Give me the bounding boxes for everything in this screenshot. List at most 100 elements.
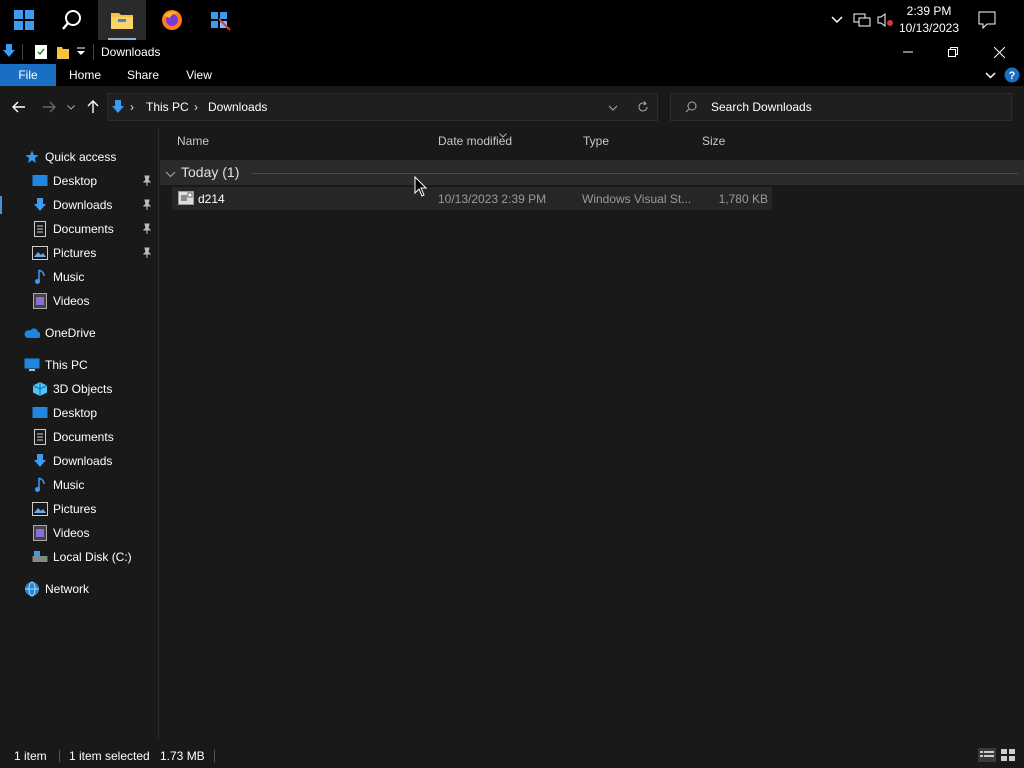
chevron-down-icon (165, 171, 176, 178)
search-icon (62, 10, 81, 30)
tray-network[interactable] (851, 0, 873, 40)
help-button[interactable]: ? (1004, 67, 1020, 83)
status-size: 1.73 MB (160, 749, 205, 763)
selection-indicator (0, 196, 2, 214)
file-explorer-icon (111, 13, 133, 29)
column-header-type[interactable]: Type (583, 134, 609, 148)
search-placeholder: Search Downloads (711, 100, 812, 114)
nav-quick-desktop[interactable]: Desktop (32, 170, 97, 192)
tab-share[interactable]: Share (118, 64, 168, 86)
tab-home[interactable]: Home (60, 64, 110, 86)
recent-locations-button[interactable] (64, 95, 78, 119)
pane-divider[interactable] (158, 128, 159, 740)
close-button[interactable] (976, 40, 1022, 64)
videos-icon (32, 525, 48, 541)
refresh-icon (638, 101, 648, 112)
chevron-up-icon (831, 16, 843, 24)
column-header-size[interactable]: Size (702, 134, 725, 148)
nav-quick-documents[interactable]: Documents (32, 218, 114, 240)
nav-label: Pictures (53, 502, 97, 516)
taskbar-search-button[interactable] (48, 0, 96, 40)
group-collapse-toggle[interactable] (165, 167, 176, 181)
properties-icon[interactable] (34, 44, 48, 60)
group-divider (252, 173, 1018, 174)
tray-notifications[interactable] (974, 0, 1000, 40)
nav-label: Videos (53, 526, 90, 540)
nav-quick-music[interactable]: Music (32, 266, 84, 288)
3d-objects-icon (32, 381, 48, 397)
nav-pc-music[interactable]: Music (32, 474, 84, 496)
nav-pc-3d-objects[interactable]: 3D Objects (32, 378, 112, 400)
tab-view[interactable]: View (176, 64, 222, 86)
taskbar-file-explorer[interactable] (98, 0, 146, 40)
local-disk-icon (32, 549, 48, 565)
new-folder-icon[interactable] (56, 44, 70, 60)
desktop-icon (32, 173, 48, 189)
restore-button[interactable] (930, 40, 976, 64)
taskbar-firefox[interactable] (148, 0, 196, 40)
window-titlebar[interactable]: Downloads (0, 40, 1024, 64)
file-date-modified: 10/13/2023 2:39 PM (438, 192, 547, 206)
forward-button[interactable] (38, 95, 60, 119)
nav-onedrive[interactable]: OneDrive (24, 322, 96, 344)
ribbon-tabs: File Home Share View ? (0, 64, 1024, 86)
breadcrumb-this-pc[interactable]: This PC (146, 100, 189, 114)
minimize-button[interactable] (885, 40, 931, 64)
computer-icon (24, 357, 40, 373)
nav-label: Downloads (53, 454, 113, 468)
pin-icon[interactable] (141, 199, 153, 211)
column-header-date-modified[interactable]: Date modified (438, 134, 512, 148)
address-bar[interactable]: › This PC › Downloads (107, 93, 658, 121)
nav-pc-videos[interactable]: Videos (32, 522, 89, 544)
pin-icon[interactable] (141, 247, 153, 259)
breadcrumb-downloads[interactable]: Downloads (208, 100, 267, 114)
nav-this-pc[interactable]: This PC (24, 354, 88, 376)
documents-icon (32, 429, 48, 445)
file-size: 1,780 KB (718, 192, 768, 206)
nav-pc-desktop[interactable]: Desktop (32, 402, 97, 424)
taskbar-snipping-tool[interactable] (196, 0, 244, 40)
back-button[interactable] (8, 95, 30, 119)
nav-pc-pictures[interactable]: Pictures (32, 498, 96, 520)
customize-toolbar-icon[interactable] (76, 46, 86, 58)
network-icon (853, 13, 871, 27)
tray-overflow[interactable] (826, 0, 848, 40)
nav-label: Desktop (53, 406, 98, 420)
breadcrumb-separator[interactable]: › (194, 100, 198, 114)
nav-quick-videos[interactable]: Videos (32, 290, 89, 312)
star-icon (24, 149, 40, 165)
search-box[interactable]: Search Downloads (670, 93, 1012, 121)
taskbar-clock[interactable]: 2:39 PM 10/13/2023 (894, 3, 964, 37)
up-button[interactable] (84, 95, 102, 119)
nav-quick-pictures[interactable]: Pictures (32, 242, 96, 264)
nav-quick-downloads[interactable]: Downloads (32, 194, 112, 216)
music-icon (32, 269, 48, 285)
large-icons-view-button[interactable] (1000, 748, 1018, 762)
nav-label: Desktop (53, 174, 98, 188)
breadcrumb-separator[interactable]: › (130, 100, 134, 114)
nav-network[interactable]: Network (24, 578, 89, 600)
tab-file[interactable]: File (0, 64, 56, 86)
arrow-up-icon (87, 100, 99, 113)
nav-label: Music (53, 270, 85, 284)
nav-label: Local Disk (C:) (53, 550, 132, 564)
status-item-count: 1 item (14, 749, 47, 763)
column-header-name[interactable]: Name (177, 134, 209, 148)
nav-pc-documents[interactable]: Documents (32, 426, 114, 448)
start-button[interactable] (0, 0, 48, 40)
nav-pc-downloads[interactable]: Downloads (32, 450, 112, 472)
pictures-icon (32, 245, 48, 261)
details-view-button[interactable] (978, 748, 996, 762)
help-icon: ? (1004, 67, 1020, 83)
expand-ribbon-button[interactable] (982, 68, 998, 82)
address-history-button[interactable] (606, 101, 620, 115)
nav-pc-local-disk[interactable]: Local Disk (C:) (32, 546, 132, 568)
nav-quick-access[interactable]: Quick access (24, 146, 116, 168)
clock-time: 2:39 PM (906, 4, 952, 18)
file-name[interactable]: d214 (198, 192, 225, 206)
pin-icon[interactable] (141, 223, 153, 235)
pin-icon[interactable] (141, 175, 153, 187)
nav-label: Downloads (53, 198, 113, 212)
refresh-button[interactable] (636, 100, 650, 114)
tray-volume[interactable] (874, 0, 896, 40)
